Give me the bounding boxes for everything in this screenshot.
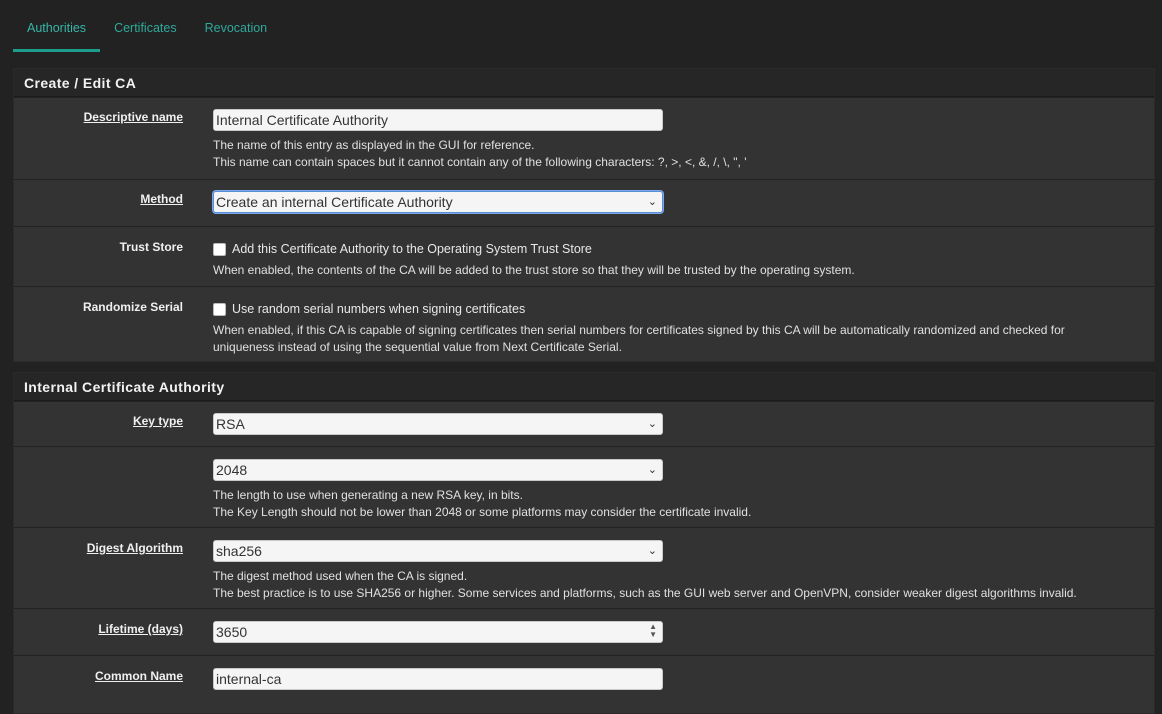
trust-store-label: Trust Store [119, 240, 183, 254]
descriptive-name-row: Descriptive name Internal Certificate Au… [14, 97, 1154, 179]
tab-authorities[interactable]: Authorities [13, 0, 101, 52]
randomize-serial-row: Randomize Serial Use random serial numbe… [14, 286, 1154, 362]
common-name-row: Common Name internal-ca [14, 655, 1154, 705]
digest-algorithm-row: Digest Algorithm sha256 ⌄ The digest met… [14, 527, 1154, 608]
chevron-down-icon: ⌄ [647, 418, 657, 430]
key-type-select[interactable]: RSA ⌄ [213, 413, 663, 435]
key-length-help-1: The length to use when generating a new … [213, 488, 523, 502]
trust-store-help: When enabled, the contents of the CA wil… [213, 263, 855, 277]
method-select[interactable]: Create an internal Certificate Authority… [213, 191, 663, 213]
method-row: Method Create an internal Certificate Au… [14, 179, 1154, 226]
tab-bar: Authorities Certificates Revocation [13, 0, 281, 52]
panel-title: Create / Edit CA [14, 69, 1154, 97]
digest-algorithm-label: Digest Algorithm [86, 541, 183, 555]
digest-algorithm-value: sha256 [216, 543, 262, 559]
chevron-down-icon: ⌄ [647, 464, 657, 476]
key-length-select[interactable]: 2048 ⌄ [213, 459, 663, 481]
method-label: Method [140, 192, 183, 206]
randomize-serial-help-1: When enabled, if this CA is capable of s… [213, 323, 1065, 337]
descriptive-name-value: Internal Certificate Authority [216, 112, 388, 128]
internal-ca-panel: Internal Certificate Authority Key type … [13, 372, 1155, 714]
key-length-help-2: The Key Length should not be lower than … [213, 505, 752, 519]
lifetime-row: Lifetime (days) 3650 ▲ ▼ [14, 608, 1154, 655]
common-name-input[interactable]: internal-ca [213, 668, 663, 690]
lifetime-input[interactable]: 3650 ▲ ▼ [213, 621, 663, 643]
key-type-value: RSA [216, 416, 245, 432]
digest-help-2: The best practice is to use SHA256 or hi… [213, 586, 1077, 600]
key-type-row: Key type RSA ⌄ [14, 401, 1154, 446]
key-length-value: 2048 [216, 462, 248, 478]
key-type-label: Key type [132, 414, 183, 428]
digest-algorithm-select[interactable]: sha256 ⌄ [213, 540, 663, 562]
descriptive-name-input[interactable]: Internal Certificate Authority [213, 109, 663, 131]
digest-help-1: The digest method used when the CA is si… [213, 569, 468, 583]
randomize-serial-checkbox[interactable] [213, 303, 226, 316]
tab-certificates[interactable]: Certificates [100, 0, 191, 52]
trust-store-row: Trust Store Add this Certificate Authori… [14, 226, 1154, 286]
randomize-serial-label: Randomize Serial [82, 300, 183, 314]
descriptive-name-help-1: The name of this entry as displayed in t… [213, 138, 535, 152]
spinner-arrows-icon[interactable]: ▲ ▼ [649, 623, 657, 639]
lifetime-label: Lifetime (days) [98, 622, 183, 636]
tab-revocation[interactable]: Revocation [191, 0, 282, 52]
descriptive-name-help-2: This name can contain spaces but it cann… [213, 155, 747, 169]
lifetime-value: 3650 [216, 624, 248, 640]
panel-title: Internal Certificate Authority [14, 373, 1154, 401]
descriptive-name-label: Descriptive name [83, 110, 183, 124]
chevron-down-icon: ⌄ [647, 196, 657, 208]
common-name-label: Common Name [94, 669, 183, 683]
randomize-serial-help-2: uniqueness instead of using the sequenti… [213, 340, 622, 354]
common-name-value: internal-ca [216, 671, 282, 687]
randomize-serial-checkbox-label[interactable]: Use random serial numbers when signing c… [232, 302, 525, 316]
key-length-row: 2048 ⌄ The length to use when generating… [14, 446, 1154, 527]
trust-store-checkbox-label[interactable]: Add this Certificate Authority to the Op… [232, 242, 592, 256]
method-value: Create an internal Certificate Authority [216, 194, 453, 210]
trust-store-checkbox[interactable] [213, 243, 226, 256]
create-edit-ca-panel: Create / Edit CA Descriptive name Intern… [13, 68, 1155, 362]
chevron-down-icon: ⌄ [647, 545, 657, 557]
